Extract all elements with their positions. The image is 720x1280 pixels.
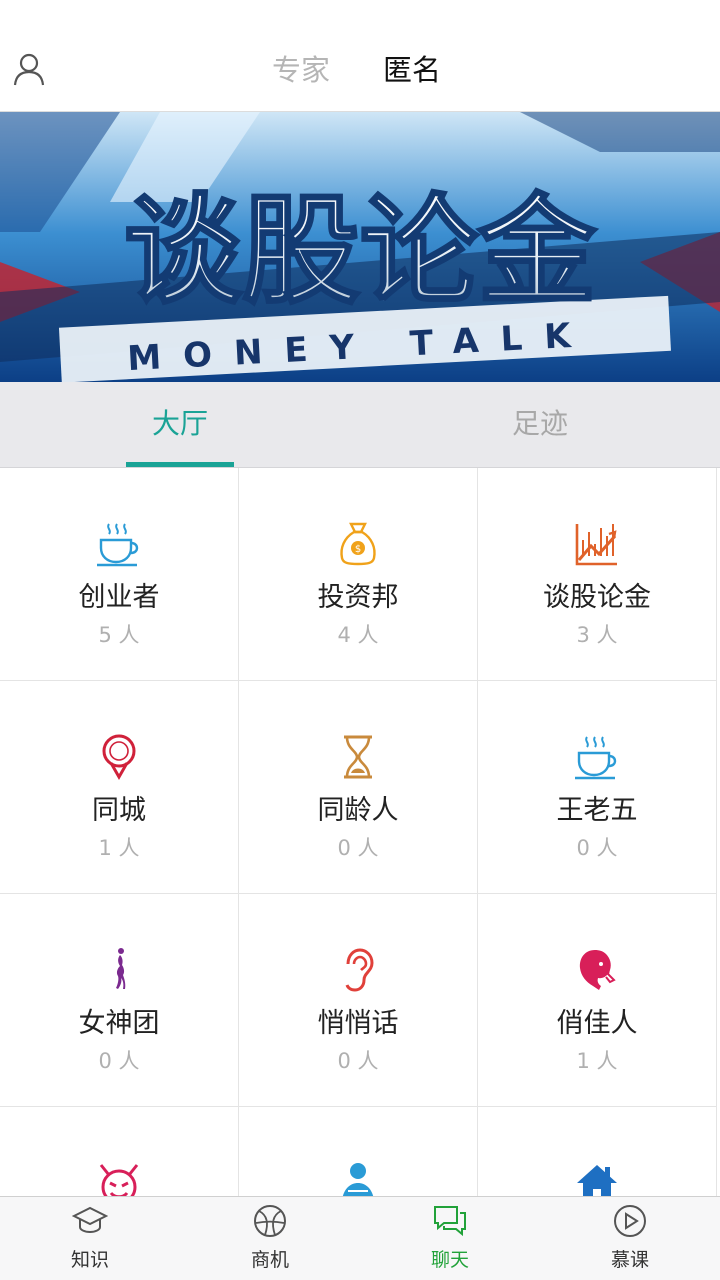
person-icon bbox=[334, 1159, 382, 1196]
woman-silhouette-icon bbox=[95, 946, 143, 994]
room-name: 谈股论金 bbox=[543, 582, 651, 613]
lady-head-icon bbox=[573, 946, 621, 994]
bottom-tab-label: 商机 bbox=[250, 1249, 289, 1271]
room-member-count: 0 人 bbox=[337, 1049, 379, 1073]
app-screen: 专家 匿名 谈股论金 MONEY TALK 大厅 足迹 创业者 5 人 $ 投资… bbox=[0, 0, 720, 1280]
house-icon bbox=[573, 1159, 621, 1196]
tab-bar: 大厅 足迹 bbox=[0, 382, 720, 468]
room-name: 同龄人 bbox=[317, 795, 399, 826]
room-card[interactable]: 同城 1 人 bbox=[0, 681, 239, 894]
tab-footprint[interactable]: 足迹 bbox=[512, 404, 568, 444]
bottom-tab-knowledge[interactable]: 知识 bbox=[0, 1197, 180, 1280]
segment-expert[interactable]: 专家 bbox=[272, 50, 330, 90]
room-name: 女神团 bbox=[78, 1008, 160, 1039]
room-name: 投资邦 bbox=[317, 582, 399, 613]
bottom-tab-label: 知识 bbox=[70, 1249, 109, 1271]
bottom-tab-business[interactable]: 商机 bbox=[180, 1197, 360, 1280]
room-card[interactable]: 俏佳人 1 人 bbox=[478, 894, 717, 1107]
graduation-cap-icon bbox=[71, 1203, 109, 1239]
room-name: 同城 bbox=[92, 795, 146, 826]
room-member-count: 3 人 bbox=[576, 623, 618, 647]
svg-text:$: $ bbox=[355, 544, 361, 555]
coffee-cup-icon bbox=[95, 520, 143, 568]
user-icon[interactable] bbox=[10, 50, 48, 88]
room-member-count: 1 人 bbox=[98, 836, 140, 860]
room-card[interactable]: 谈股论金 3 人 bbox=[478, 468, 717, 681]
top-navigation-bar: 专家 匿名 bbox=[0, 0, 720, 112]
room-card[interactable] bbox=[239, 1107, 478, 1196]
room-member-count: 5 人 bbox=[98, 623, 140, 647]
location-pin-icon bbox=[95, 733, 143, 781]
banner-title: 谈股论金 bbox=[124, 182, 597, 320]
segment-anonymous[interactable]: 匿名 bbox=[383, 50, 441, 90]
room-member-count: 0 人 bbox=[337, 836, 379, 860]
room-name: 王老五 bbox=[556, 795, 638, 826]
room-card[interactable]: 王老五 0 人 bbox=[478, 681, 717, 894]
bottom-tab-mooc[interactable]: 慕课 bbox=[540, 1197, 720, 1280]
coffee-cup-icon bbox=[573, 733, 621, 781]
ear-icon bbox=[334, 946, 382, 994]
room-member-count: 0 人 bbox=[576, 836, 618, 860]
room-name: 悄悄话 bbox=[317, 1008, 399, 1039]
hourglass-icon bbox=[334, 733, 382, 781]
room-name: 俏佳人 bbox=[556, 1008, 638, 1039]
room-card[interactable]: 女神团 0 人 bbox=[0, 894, 239, 1107]
play-circle-icon bbox=[612, 1203, 648, 1239]
bottom-tab-label: 慕课 bbox=[610, 1249, 649, 1271]
room-card[interactable]: 悄悄话 0 人 bbox=[239, 894, 478, 1107]
tab-active-indicator bbox=[126, 462, 234, 467]
stock-chart-icon bbox=[573, 520, 621, 568]
room-member-count: 0 人 bbox=[98, 1049, 140, 1073]
room-member-count: 1 人 bbox=[576, 1049, 618, 1073]
bottom-navigation-bar: 知识 商机 聊天 慕课 bbox=[0, 1196, 720, 1280]
room-grid: 创业者 5 人 $ 投资邦 4 人 谈股论金 3 人 同城 1 人 同龄人 0 … bbox=[0, 468, 720, 1196]
chat-bubbles-icon bbox=[432, 1203, 468, 1239]
banner-image[interactable]: 谈股论金 MONEY TALK bbox=[0, 112, 720, 382]
bottom-tab-label: 聊天 bbox=[430, 1249, 469, 1271]
room-card[interactable]: 创业者 5 人 bbox=[0, 468, 239, 681]
room-card[interactable]: 同龄人 0 人 bbox=[239, 681, 478, 894]
room-name: 创业者 bbox=[78, 582, 160, 613]
room-card[interactable]: $ 投资邦 4 人 bbox=[239, 468, 478, 681]
ball-icon bbox=[252, 1203, 288, 1239]
room-card[interactable] bbox=[0, 1107, 239, 1196]
room-member-count: 4 人 bbox=[337, 623, 379, 647]
devil-face-icon bbox=[95, 1159, 143, 1196]
bottom-tab-chat[interactable]: 聊天 bbox=[360, 1197, 540, 1280]
money-bag-icon: $ bbox=[334, 520, 382, 568]
tab-hall[interactable]: 大厅 bbox=[152, 404, 208, 444]
room-card[interactable] bbox=[478, 1107, 717, 1196]
